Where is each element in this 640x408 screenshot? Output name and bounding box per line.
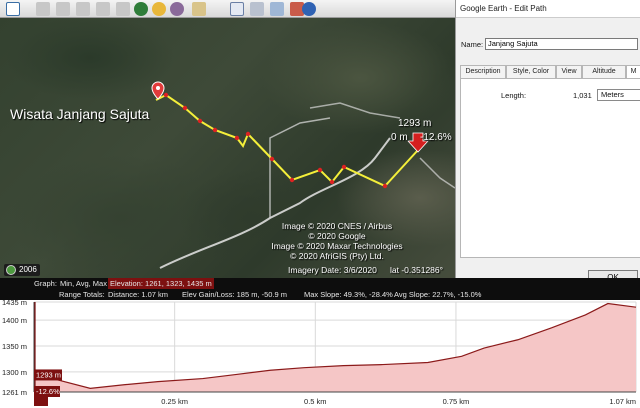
x-marker-badge: [34, 396, 48, 406]
historical-imagery-icon[interactable]: [134, 2, 148, 16]
gps-path[interactable]: [155, 93, 419, 188]
imagery-date: Imagery Date: 3/6/2020: [288, 265, 377, 275]
sidebar-icon[interactable]: [6, 2, 20, 16]
tab-altitude[interactable]: Altitude: [582, 65, 626, 79]
tab-measurements[interactable]: M: [626, 65, 640, 79]
year-label: 2006: [19, 265, 37, 274]
save-image-icon[interactable]: [270, 2, 284, 16]
cursor-slope: -12.6%: [420, 132, 452, 143]
placemark-icon[interactable]: [36, 2, 50, 16]
map-view[interactable]: Wisata Janjang Sajuta 1293 m 0 m -12.6% …: [0, 18, 455, 278]
print-icon[interactable]: [250, 2, 264, 16]
marker-elevation-label: 1293 m: [36, 370, 61, 379]
edit-path-dialog: Google Earth - Edit Path Name: Janjang S…: [455, 0, 640, 290]
credit-line: Image © 2020 Maxar Technologies: [271, 241, 403, 251]
range-totals-label: Range Totals:: [59, 290, 105, 299]
polygon-icon[interactable]: [56, 2, 70, 16]
marker-slope-label: -12.6%: [36, 387, 60, 396]
elevation-profile-chart[interactable]: 1435 m1400 m1350 m1300 m1261 m0 m0.25 km…: [0, 300, 640, 408]
x-tick-label: 0.75 km: [443, 397, 470, 406]
clock-icon: [6, 265, 16, 275]
elevation-area: [34, 303, 636, 392]
credit-line: Image © 2020 CNES / Airbus: [281, 221, 393, 231]
x-tick-label: 0.5 km: [304, 397, 327, 406]
record-tour-icon[interactable]: [116, 2, 130, 16]
tab-style-color[interactable]: Style, Color: [506, 65, 556, 79]
historical-year-button[interactable]: 2006: [4, 264, 40, 276]
length-value: 1,031: [573, 91, 592, 100]
google-earth-window: Wisata Janjang Sajuta 1293 m 0 m -12.6% …: [0, 0, 640, 408]
path-icon[interactable]: [76, 2, 90, 16]
y-tick-label: 1400 m: [2, 316, 27, 325]
x-tick-label: 1.07 km: [609, 397, 636, 406]
tab-bar: Description Style, Color View Altitude M: [460, 65, 640, 79]
cursor-distance: 0 m: [391, 132, 408, 143]
name-label: Name:: [461, 40, 484, 49]
latitude-readout: lat -0.351286°: [390, 265, 444, 275]
overlay-icon[interactable]: [96, 2, 110, 16]
earth-icon[interactable]: [302, 2, 316, 16]
x-tick-label: 0.25 km: [161, 397, 188, 406]
avg-slope-stat: Avg Slope: 22.7%, -15.0%: [394, 290, 482, 299]
elev-gain-loss-stat: Elev Gain/Loss: 185 m, -50.9 m: [182, 290, 288, 299]
dialog-title: Google Earth - Edit Path: [456, 0, 640, 18]
tab-view[interactable]: View: [556, 65, 582, 79]
max-slope-stat: Max Slope: 49.3%, -28.4%: [304, 290, 393, 299]
credit-line: © 2020 AfriGIS (Pty) Ltd.: [290, 251, 384, 261]
sun-icon[interactable]: [152, 2, 166, 16]
elevation-stats-bar: Graph: Min, Avg, Max Elevation: 1261, 13…: [0, 278, 640, 300]
graph-mode: Min, Avg, Max: [60, 279, 107, 288]
imagery-credits: Image © 2020 CNES / Airbus © 2020 Google…: [262, 221, 412, 261]
length-label: Length:: [501, 91, 527, 100]
y-tick-label: 1261 m: [2, 388, 27, 397]
graph-label: Graph:: [34, 279, 57, 288]
measurements-panel: Length: 1,031 Meters: [460, 78, 640, 258]
toolbar: [0, 0, 455, 18]
cursor-elevation: 1293 m: [398, 118, 432, 129]
elevation-stat: Elevation: 1261, 1323, 1435 m: [108, 278, 214, 289]
place-label[interactable]: Wisata Janjang Sajuta: [10, 106, 149, 122]
elevation-profile[interactable]: 1435 m1400 m1350 m1300 m1261 m0 m0.25 km…: [0, 300, 640, 408]
planets-icon[interactable]: [170, 2, 184, 16]
name-field[interactable]: Janjang Sajuta: [485, 38, 638, 50]
units-select[interactable]: Meters: [597, 89, 640, 101]
y-tick-label: 1435 m: [2, 300, 27, 307]
distance-stat: Distance: 1.07 km: [108, 290, 169, 299]
tab-description[interactable]: Description: [460, 65, 506, 79]
y-tick-label: 1350 m: [2, 342, 27, 351]
credit-line: © 2020 Google: [308, 231, 366, 241]
ruler-icon[interactable]: [192, 2, 206, 16]
email-icon[interactable]: [230, 2, 244, 16]
y-tick-label: 1300 m: [2, 368, 27, 377]
